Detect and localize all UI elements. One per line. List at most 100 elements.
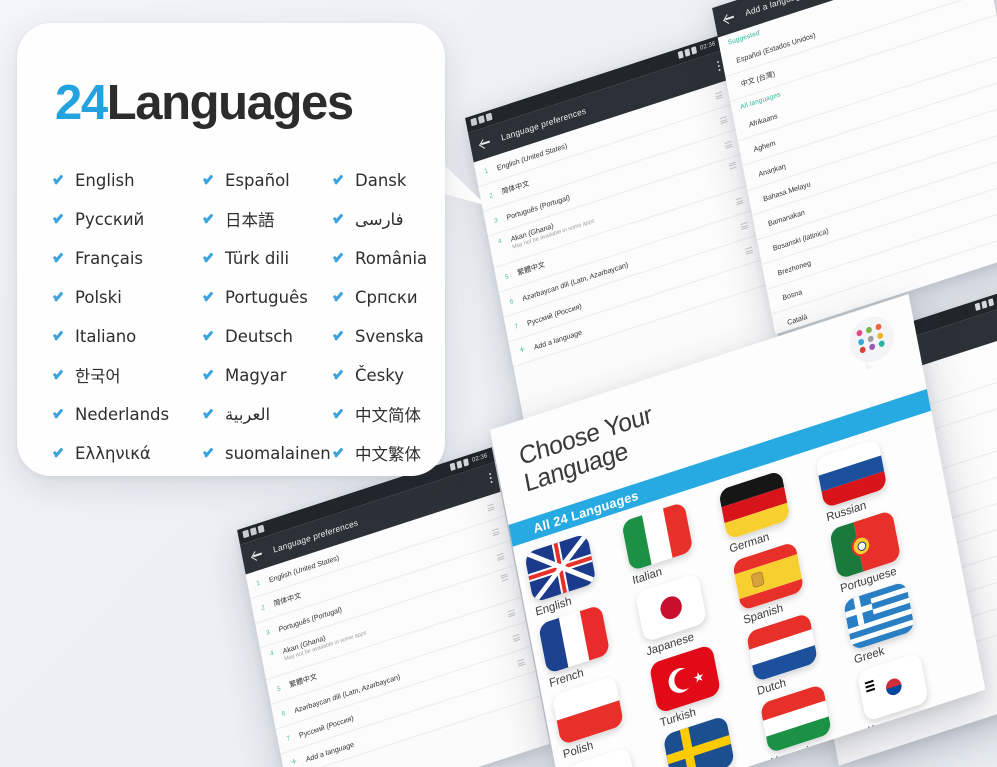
language-name: 日本語 <box>225 211 275 230</box>
list-item: Српски <box>333 280 443 314</box>
list-item: Français <box>53 241 203 275</box>
drag-handle-icon[interactable] <box>487 503 495 512</box>
language-name: Deutsch <box>225 326 293 346</box>
list-item: 中文简体 <box>333 397 443 431</box>
list-item: 한국어 <box>53 358 203 392</box>
language-name: 中文繁体 <box>355 445 421 464</box>
language-name: Svenska <box>355 326 424 346</box>
check-icon <box>203 370 217 381</box>
status-right-icons: 02:36 <box>974 292 997 311</box>
language-name: 한국어 <box>75 367 121 386</box>
row-index: 5 <box>504 272 510 281</box>
language-count: 24 <box>55 76 108 130</box>
check-icon <box>203 292 217 303</box>
list-item: Español <box>203 163 333 197</box>
row-label: 简体中文 <box>272 590 302 609</box>
overflow-menu-icon[interactable] <box>488 472 493 485</box>
logo-dots <box>856 322 887 354</box>
plus-icon: + <box>518 343 527 357</box>
overflow-menu-icon[interactable] <box>716 60 721 73</box>
list-item: Português <box>203 280 333 314</box>
row-label: 繁體中文 <box>516 259 546 278</box>
language-name: Magyar <box>225 365 287 385</box>
row-label: Anaŋkaŋ <box>757 160 787 179</box>
row-label: Afrikaans <box>747 110 779 129</box>
row-index: 7 <box>286 734 291 743</box>
language-name: العربية <box>225 404 271 424</box>
row-label: 中文 (台灣) <box>740 68 776 89</box>
languages-bubble-card: 24Languages English Español Dansk Русски… <box>17 23 445 476</box>
headline-word: Languages <box>106 76 354 130</box>
drag-handle-icon[interactable] <box>745 246 754 255</box>
check-icon <box>333 370 347 381</box>
row-index: 1 <box>255 579 261 588</box>
drag-handle-icon[interactable] <box>491 528 500 536</box>
back-arrow-icon[interactable] <box>249 548 263 564</box>
check-icon <box>53 175 67 186</box>
language-name: 中文简体 <box>355 406 421 425</box>
check-icon <box>333 214 347 225</box>
check-icon <box>203 175 217 186</box>
drag-handle-icon[interactable] <box>507 609 516 618</box>
language-name: Français <box>75 248 144 268</box>
list-item: Česky <box>333 358 443 392</box>
status-left-icons <box>470 112 493 127</box>
list-item: Türk dili <box>203 241 333 275</box>
language-name: فارسی <box>355 209 404 229</box>
poster-stage: 02:36 Language preferences 1 English (Un… <box>0 0 997 767</box>
language-name: Česky <box>355 365 405 385</box>
status-clock: 02:36 <box>699 40 717 52</box>
language-name: Italiano <box>75 326 137 346</box>
row-index: 3 <box>493 216 499 225</box>
list-item: suomalainen <box>203 436 333 470</box>
check-icon <box>53 214 67 225</box>
drag-handle-icon[interactable] <box>512 634 521 642</box>
check-icon <box>333 409 347 420</box>
row-label: Bosna <box>781 286 803 302</box>
check-icon <box>203 448 217 459</box>
drag-handle-icon[interactable] <box>517 658 526 667</box>
language-name: România <box>355 248 428 268</box>
language-name: Polski <box>75 287 122 307</box>
language-name: English <box>75 170 135 190</box>
check-icon <box>203 409 217 420</box>
list-item: România <box>333 241 443 275</box>
check-icon <box>53 448 67 459</box>
language-name: Ελληνικά <box>75 443 151 463</box>
check-icon <box>53 409 67 420</box>
list-item: Dansk <box>333 163 443 197</box>
drag-handle-icon[interactable] <box>496 553 505 561</box>
list-item: Italiano <box>53 319 203 353</box>
list-item: English <box>53 163 203 197</box>
language-name: Português <box>225 287 308 307</box>
list-item: Ελληνικά <box>53 436 203 470</box>
list-item: Nederlands <box>53 397 203 431</box>
check-icon <box>333 292 347 303</box>
drag-handle-icon[interactable] <box>715 91 723 100</box>
drag-handle-icon[interactable] <box>719 116 728 124</box>
row-label: Brezhoneg <box>776 257 812 278</box>
check-icon <box>333 331 347 342</box>
list-item: 日本語 <box>203 202 333 236</box>
list-item: Svenska <box>333 319 443 353</box>
check-icon <box>203 253 217 264</box>
row-label: 繁體中文 <box>288 671 318 690</box>
drag-handle-icon[interactable] <box>740 222 749 230</box>
drag-handle-icon[interactable] <box>735 197 744 206</box>
check-icon <box>333 175 347 186</box>
check-icon <box>203 214 217 225</box>
row-label: Català <box>786 311 808 327</box>
row-index: 5 <box>276 684 282 693</box>
drag-handle-icon[interactable] <box>728 161 737 170</box>
drag-handle-icon[interactable] <box>500 573 509 582</box>
drag-handle-icon[interactable] <box>724 141 733 149</box>
back-arrow-icon[interactable] <box>721 11 735 27</box>
plus-icon: + <box>290 755 299 767</box>
list-item: العربية <box>203 397 333 431</box>
list-item: فارسی <box>333 202 443 236</box>
list-item: Polski <box>53 280 203 314</box>
row-label: Aghem <box>752 137 777 154</box>
language-name: Русский <box>75 209 145 229</box>
language-name: Српски <box>355 287 418 307</box>
row-index: 7 <box>514 322 519 331</box>
